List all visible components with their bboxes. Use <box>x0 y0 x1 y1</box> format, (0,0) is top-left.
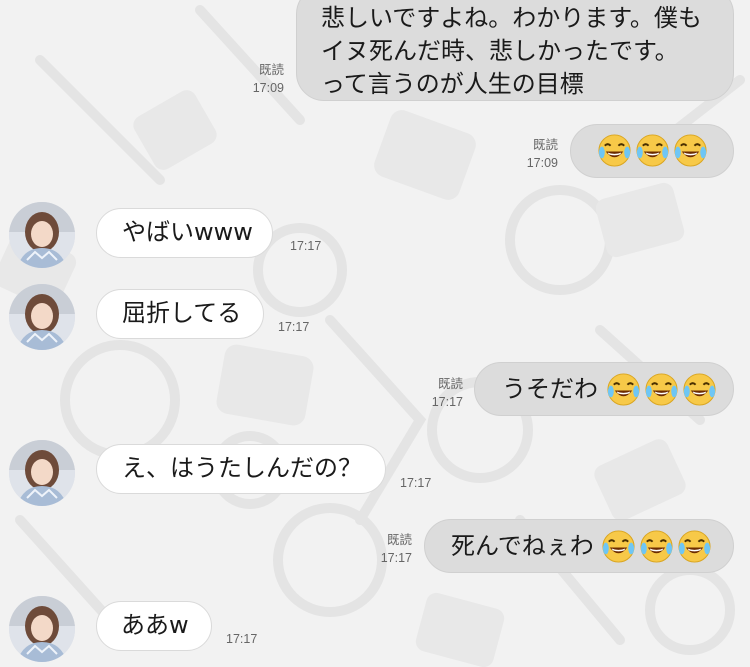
emoji-group <box>606 372 717 407</box>
message-bubble-incoming[interactable]: やばいwww <box>96 208 273 258</box>
message-time: 17:17 <box>278 320 310 334</box>
message-text: 死んでねぇわ <box>451 532 594 560</box>
message-bubble-incoming[interactable]: え、はうたしんだの？ <box>96 444 386 494</box>
message-meta: 既読 17:17 <box>366 531 412 567</box>
chat-area[interactable]: 既読 17:09 悲しいですよね。わかります。僕も イヌ死んだ時、悲しかったです… <box>0 0 750 667</box>
message-meta: 17:17 <box>278 318 309 336</box>
message-text: やばいwww <box>122 218 253 246</box>
message-time: 17:09 <box>252 81 284 95</box>
message-time: 17:17 <box>226 632 258 646</box>
read-receipt: 既読 <box>258 63 284 77</box>
tears-of-joy-emoji-icon <box>640 530 673 563</box>
message-line: って言うのが人生の目標 <box>321 70 584 98</box>
read-receipt: 既読 <box>386 533 412 547</box>
message-text: うそだわ <box>502 375 598 403</box>
emoji-group <box>601 529 712 564</box>
message-line: イヌ死んだ時、悲しかったです。 <box>321 37 679 65</box>
message-bubble-incoming[interactable]: 屈折してる <box>96 289 264 339</box>
message-meta: 既読 17:17 <box>415 375 463 411</box>
message-bubble-outgoing[interactable] <box>570 124 734 178</box>
tears-of-joy-emoji-icon <box>636 134 669 167</box>
message-time: 17:17 <box>431 395 463 409</box>
message-time: 17:17 <box>290 239 322 253</box>
tears-of-joy-emoji-icon <box>645 373 678 406</box>
tears-of-joy-emoji-icon <box>598 134 631 167</box>
message-meta: 17:17 <box>226 630 257 648</box>
avatar-photo-icon <box>9 440 75 506</box>
message-time: 17:17 <box>380 551 412 565</box>
message-meta: 17:17 <box>400 474 431 492</box>
avatar-photo-icon <box>9 202 75 268</box>
message-time: 17:09 <box>526 156 558 170</box>
tears-of-joy-emoji-icon <box>602 530 635 563</box>
message-meta: 既読 17:09 <box>236 61 284 97</box>
message-meta: 17:17 <box>290 237 321 255</box>
read-receipt: 既読 <box>532 138 558 152</box>
sender-avatar[interactable] <box>9 440 75 506</box>
message-bubble-incoming[interactable]: ああw <box>96 601 212 651</box>
tears-of-joy-emoji-icon <box>607 373 640 406</box>
message-line: 悲しいですよね。わかります。僕も <box>321 4 702 32</box>
sender-avatar[interactable] <box>9 284 75 350</box>
message-text: え、はうたしんだの？ <box>122 454 362 482</box>
tears-of-joy-emoji-icon <box>678 530 711 563</box>
avatar-photo-icon <box>9 596 75 662</box>
read-receipt: 既読 <box>437 377 463 391</box>
sender-avatar[interactable] <box>9 596 75 662</box>
message-bubble-outgoing[interactable]: 死んでねぇわ <box>424 519 734 573</box>
message-meta: 既読 17:09 <box>508 136 558 172</box>
message-bubble-outgoing[interactable]: 悲しいですよね。わかります。僕も イヌ死んだ時、悲しかったです。 って言うのが人… <box>296 0 734 101</box>
emoji-group <box>597 133 708 168</box>
avatar-photo-icon <box>9 284 75 350</box>
message-text: 屈折してる <box>122 299 242 327</box>
tears-of-joy-emoji-icon <box>683 373 716 406</box>
message-time: 17:17 <box>400 476 432 490</box>
message-text: ああw <box>121 611 189 639</box>
sender-avatar[interactable] <box>9 202 75 268</box>
tears-of-joy-emoji-icon <box>674 134 707 167</box>
message-bubble-outgoing[interactable]: うそだわ <box>474 362 734 416</box>
